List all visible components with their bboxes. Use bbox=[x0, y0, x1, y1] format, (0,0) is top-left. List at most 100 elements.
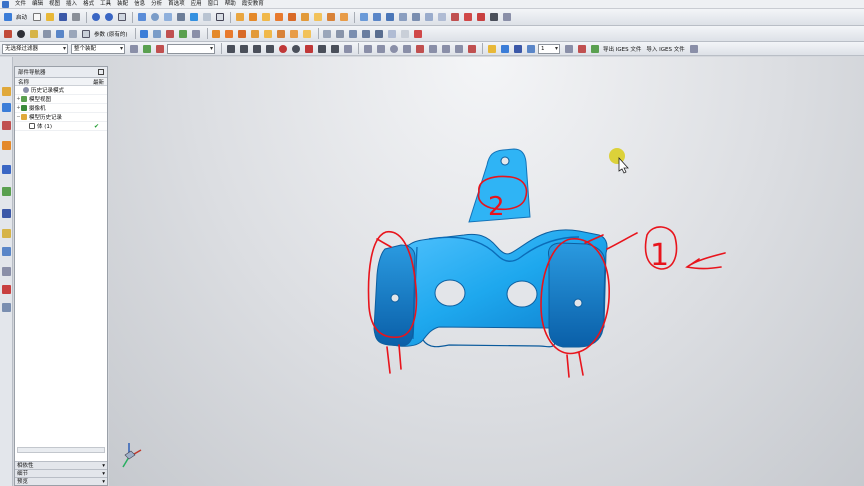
measure-icon[interactable] bbox=[191, 28, 202, 39]
layer-icon[interactable] bbox=[214, 12, 225, 23]
menu-window[interactable]: 窗口 bbox=[205, 0, 222, 9]
nav-row-model-history[interactable]: − 模型历史记录 bbox=[15, 113, 107, 122]
window-icon[interactable] bbox=[116, 12, 127, 23]
ruled-icon[interactable] bbox=[348, 28, 359, 39]
point-on-face-icon[interactable] bbox=[329, 43, 340, 54]
view-iso-icon[interactable] bbox=[289, 28, 300, 39]
open-folder-icon[interactable] bbox=[44, 12, 55, 23]
bounded-plane-icon[interactable] bbox=[400, 28, 411, 39]
column-name[interactable]: 名称 bbox=[18, 78, 29, 86]
refresh-icon[interactable] bbox=[136, 12, 147, 23]
menu-file[interactable]: 文件 bbox=[12, 0, 29, 9]
reuse-library-icon[interactable] bbox=[2, 141, 11, 150]
curve-icon[interactable] bbox=[462, 12, 473, 23]
feature-icon[interactable] bbox=[501, 12, 512, 23]
cut-icon[interactable] bbox=[70, 12, 81, 23]
arc-center-icon[interactable] bbox=[277, 43, 288, 54]
through-curves-icon[interactable] bbox=[335, 28, 346, 39]
pad-icon[interactable] bbox=[338, 12, 349, 23]
mirror-icon[interactable] bbox=[449, 12, 460, 23]
shaded-view-icon[interactable] bbox=[188, 12, 199, 23]
quadrant-icon[interactable] bbox=[290, 43, 301, 54]
selection-filter-select[interactable]: 无选择过滤器 bbox=[2, 43, 68, 54]
params-icon[interactable] bbox=[80, 28, 91, 39]
nav-row-model-views[interactable]: + 模型视图 bbox=[15, 95, 107, 104]
nav-row-body[interactable]: 体 (1) ✔ bbox=[15, 122, 107, 131]
trim-icon[interactable] bbox=[361, 28, 372, 39]
navigator-horizontal-scrollbar[interactable] bbox=[17, 447, 105, 453]
existing-point-icon[interactable] bbox=[303, 43, 314, 54]
bounding-box-icon[interactable] bbox=[342, 43, 353, 54]
view-top-icon[interactable] bbox=[224, 28, 235, 39]
snap-icon[interactable] bbox=[141, 43, 152, 54]
menu-tools[interactable]: 工具 bbox=[97, 0, 114, 9]
import-iges-button[interactable]: 导入 IGES 文件 bbox=[646, 45, 684, 53]
chamfer-icon[interactable] bbox=[410, 12, 421, 23]
column-latest[interactable]: 最新 bbox=[93, 78, 104, 86]
draft-icon[interactable] bbox=[436, 12, 447, 23]
hide-icon[interactable] bbox=[512, 43, 523, 54]
sketch-icon[interactable] bbox=[234, 12, 245, 23]
params-label[interactable]: 参数 (原有的) bbox=[94, 30, 128, 38]
body-checkbox-icon[interactable] bbox=[29, 123, 35, 129]
nav-row-history-mode[interactable]: 历史记录模式 bbox=[15, 86, 107, 95]
sketch-trim-icon[interactable] bbox=[414, 43, 425, 54]
surface-edit-icon[interactable] bbox=[413, 28, 424, 39]
details-section[interactable]: 细节 bbox=[15, 469, 107, 478]
datum-axis-icon[interactable] bbox=[165, 28, 176, 39]
redo-icon[interactable] bbox=[103, 12, 114, 23]
edge-blend-icon[interactable] bbox=[397, 12, 408, 23]
sketch-fillet-icon[interactable] bbox=[401, 43, 412, 54]
plus-icon[interactable] bbox=[154, 43, 165, 54]
midpoint-icon[interactable] bbox=[238, 43, 249, 54]
new-file-icon[interactable] bbox=[31, 12, 42, 23]
view-right-icon[interactable] bbox=[237, 28, 248, 39]
menu-xiaan-education[interactable]: 霞安教育 bbox=[239, 0, 267, 9]
show-icon[interactable] bbox=[525, 43, 536, 54]
system-materials-icon[interactable] bbox=[2, 229, 11, 238]
sketch-line-icon[interactable] bbox=[362, 43, 373, 54]
menu-insert[interactable]: 插入 bbox=[63, 0, 80, 9]
sew-icon[interactable] bbox=[374, 28, 385, 39]
nav-row-cameras[interactable]: + 摄像机 bbox=[15, 104, 107, 113]
subtract-icon[interactable] bbox=[371, 12, 382, 23]
shell-icon[interactable] bbox=[423, 12, 434, 23]
constraint-icon[interactable] bbox=[440, 43, 451, 54]
edit-object-icon[interactable] bbox=[499, 43, 510, 54]
assembly-navigator-icon[interactable] bbox=[2, 87, 11, 96]
menu-application[interactable]: 应用 bbox=[188, 0, 205, 9]
pan-icon[interactable] bbox=[175, 12, 186, 23]
hd3d-tools-icon[interactable] bbox=[2, 165, 11, 174]
revolve-icon[interactable] bbox=[260, 12, 271, 23]
intersect-icon[interactable] bbox=[384, 12, 395, 23]
part-navigator-icon[interactable] bbox=[2, 121, 11, 130]
sketch-extend-icon[interactable] bbox=[427, 43, 438, 54]
line-icon[interactable] bbox=[2, 28, 13, 39]
project-curve-icon[interactable] bbox=[41, 28, 52, 39]
spline-icon[interactable] bbox=[475, 12, 486, 23]
work-layer-select[interactable]: 1 bbox=[538, 43, 560, 54]
export-iges-icon[interactable] bbox=[589, 43, 600, 54]
datum-plane-icon[interactable] bbox=[152, 28, 163, 39]
sketch-circle-icon[interactable] bbox=[388, 43, 399, 54]
dependencies-section[interactable]: 相依性 bbox=[15, 461, 107, 470]
cylinder-icon[interactable] bbox=[286, 12, 297, 23]
dimension-icon[interactable] bbox=[453, 43, 464, 54]
snap-filter-select[interactable] bbox=[167, 43, 215, 54]
arc-icon[interactable] bbox=[15, 28, 26, 39]
view-left-icon[interactable] bbox=[250, 28, 261, 39]
sweep-icon[interactable] bbox=[54, 28, 65, 39]
layer-settings-icon[interactable] bbox=[563, 43, 574, 54]
graphics-viewport[interactable]: 2 1 bbox=[109, 57, 864, 486]
menu-edit[interactable]: 编辑 bbox=[29, 0, 46, 9]
roles-icon[interactable] bbox=[2, 285, 11, 294]
menu-assembly[interactable]: 装配 bbox=[114, 0, 131, 9]
rotate-icon[interactable] bbox=[162, 12, 173, 23]
move-layer-icon[interactable] bbox=[576, 43, 587, 54]
thicken-icon[interactable] bbox=[387, 28, 398, 39]
customize-icon[interactable] bbox=[689, 43, 700, 54]
menu-help[interactable]: 帮助 bbox=[222, 0, 239, 9]
control-point-icon[interactable] bbox=[251, 43, 262, 54]
maximize-icon[interactable] bbox=[98, 69, 104, 75]
view-back-icon[interactable] bbox=[263, 28, 274, 39]
